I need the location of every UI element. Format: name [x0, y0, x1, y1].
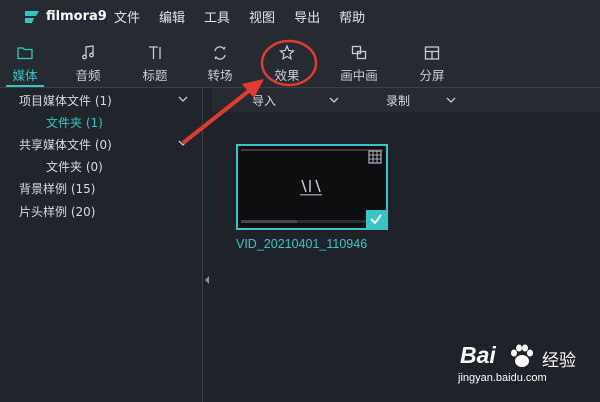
menu-tools[interactable]: 工具	[204, 7, 230, 26]
tab-effects[interactable]: 效果	[262, 33, 312, 87]
import-dropdown-label[interactable]: 导入	[252, 92, 276, 109]
chevron-down-icon[interactable]	[178, 96, 188, 102]
menu-help[interactable]: 帮助	[339, 7, 365, 26]
tab-pip[interactable]: 画中画	[334, 33, 384, 87]
tree-project-media[interactable]: 项目媒体文件 (1)	[19, 92, 112, 109]
selected-check-badge	[366, 210, 386, 228]
app-logo: filmora9	[24, 9, 114, 25]
media-library-sidebar: 项目媒体文件 (1) 文件夹 (1) 共享媒体文件 (0) 文件夹 (0) 背景…	[0, 88, 203, 402]
menu-view[interactable]: 视图	[249, 7, 275, 26]
tab-split-screen-label: 分屏	[419, 68, 445, 83]
tab-media[interactable]: 媒体	[0, 33, 50, 87]
menu-edit[interactable]: 编辑	[159, 7, 185, 26]
video-frame-preview	[238, 146, 386, 228]
title-text-icon	[149, 46, 161, 59]
paw-logo-icon	[511, 344, 533, 367]
watermark-brand: Bai	[460, 342, 496, 368]
checkmark-icon	[370, 214, 382, 225]
watermark-brand-cn: 经验	[542, 351, 576, 371]
clip-filename: VID_20210401_110946	[236, 237, 368, 251]
tab-effects-label: 效果	[274, 68, 300, 83]
watermark-url: jingyan.baidu.com	[458, 372, 547, 384]
filmora-logo-icon	[25, 10, 39, 23]
tab-transitions[interactable]: 转场	[195, 33, 245, 87]
chevron-down-icon[interactable]	[178, 140, 188, 146]
tab-titles[interactable]: 标题	[130, 33, 180, 87]
tree-project-folder[interactable]: 文件夹 (1)	[46, 114, 103, 131]
chevron-down-icon[interactable]	[446, 97, 456, 103]
tab-titles-label: 标题	[142, 68, 168, 83]
music-note-icon	[82, 45, 94, 60]
media-content-header: 导入 录制	[212, 88, 600, 112]
menu-export[interactable]: 导出	[294, 7, 320, 26]
collapse-panel-icon[interactable]	[203, 273, 211, 287]
tab-split-screen[interactable]: 分屏	[407, 33, 457, 87]
folder-icon	[17, 47, 33, 60]
tree-shared-folder[interactable]: 文件夹 (0)	[46, 158, 103, 175]
pip-icon	[351, 45, 367, 60]
transition-icon	[214, 46, 226, 60]
tree-shared-media[interactable]: 共享媒体文件 (0)	[19, 136, 112, 153]
menu-bar: filmora9 文件 编辑 工具 视图 导出 帮助	[0, 0, 600, 33]
tab-audio[interactable]: 音频	[63, 33, 113, 87]
tab-media-label: 媒体	[12, 68, 38, 83]
record-dropdown-label[interactable]: 录制	[386, 92, 410, 109]
clip-thumbnail[interactable]	[236, 144, 388, 230]
tab-pip-label: 画中画	[340, 68, 378, 83]
grid-view-icon	[368, 150, 382, 164]
baidu-watermark: Bai 经验 jingyan.baidu.com	[446, 340, 586, 392]
split-screen-icon	[424, 46, 440, 60]
app-logo-text: filmora9	[46, 9, 107, 24]
chevron-down-icon[interactable]	[329, 97, 339, 103]
module-toolbar: 媒体 音频 标题 转场 效果 画中画 分屏	[0, 33, 600, 88]
active-tab-indicator	[6, 85, 44, 87]
tree-intro-samples[interactable]: 片头样例 (20)	[19, 203, 95, 220]
tab-transitions-label: 转场	[207, 68, 233, 83]
effects-star-icon	[279, 44, 295, 61]
tab-audio-label: 音频	[75, 68, 101, 83]
tree-background-samples[interactable]: 背景样例 (15)	[19, 180, 95, 197]
menu-file[interactable]: 文件	[114, 7, 140, 26]
